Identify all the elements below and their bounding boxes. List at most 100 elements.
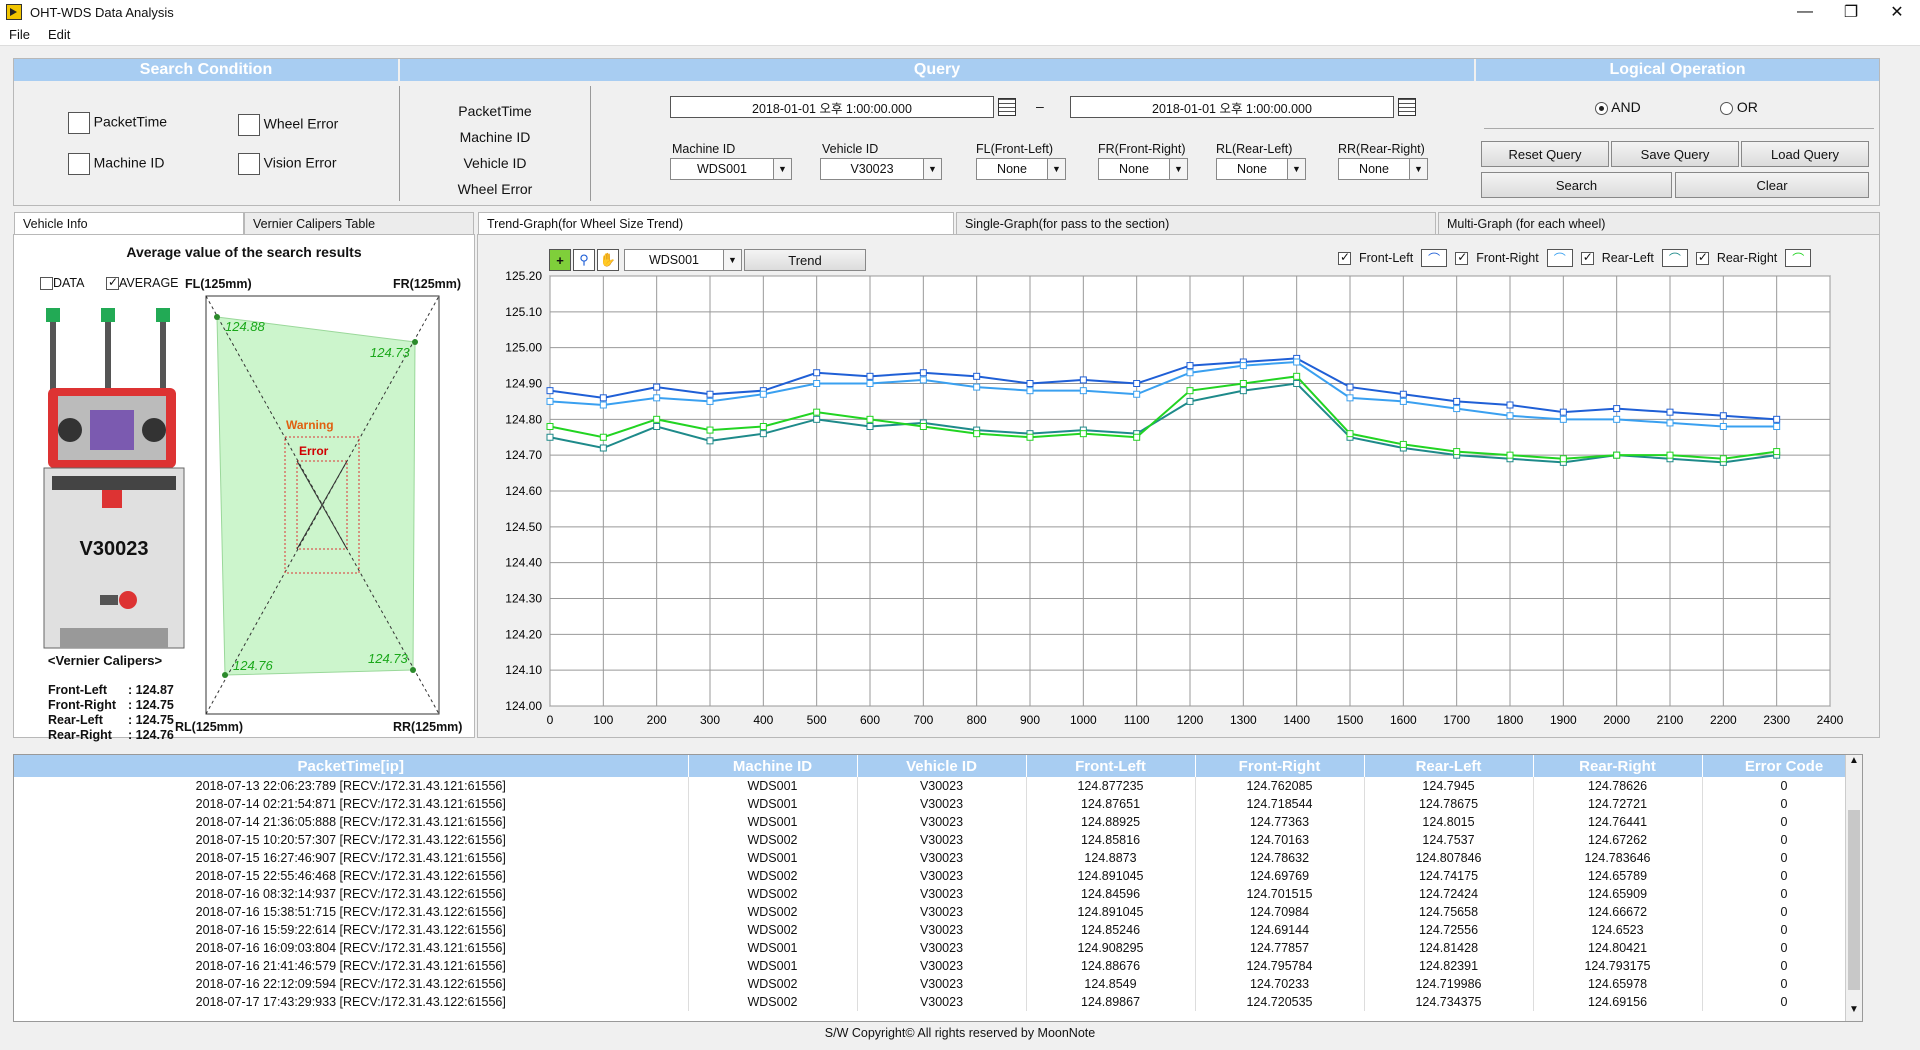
chevron-down-icon[interactable]: ▼ <box>1287 159 1305 179</box>
table-row[interactable]: 2018-07-15 22:55:46:468 [RECV:/172.31.43… <box>14 867 1862 885</box>
legend-front-right-checkbox[interactable] <box>1455 250 1469 265</box>
menu-file[interactable]: File <box>0 27 39 42</box>
table-cell: WDS002 <box>688 975 858 993</box>
save-query-button[interactable]: Save Query <box>1611 141 1739 167</box>
data-point <box>1666 451 1674 459</box>
x-tick-label: 100 <box>593 713 613 727</box>
y-tick-label: 124.80 <box>505 412 542 426</box>
table-row[interactable]: 2018-07-16 15:38:51:715 [RECV:/172.31.43… <box>14 903 1862 921</box>
option-machine-id[interactable]: Machine ID <box>68 153 164 175</box>
data-point <box>1026 387 1034 395</box>
table-cell: WDS001 <box>688 777 858 795</box>
scroll-up-arrow[interactable]: ▲ <box>1846 755 1862 772</box>
table-cell: V30023 <box>857 867 1027 885</box>
reading-row: Front-Left: 124.87 <box>48 683 174 698</box>
tab-vernier-calipers-table[interactable]: Vernier Calipers Table <box>244 212 474 234</box>
data-checkbox-option[interactable]: DATA <box>40 276 84 291</box>
legend-rear-left-checkbox[interactable] <box>1580 250 1594 265</box>
table-row[interactable]: 2018-07-16 08:32:14:937 [RECV:/172.31.43… <box>14 885 1862 903</box>
column-header[interactable]: Rear-Left <box>1364 755 1534 777</box>
search-button[interactable]: Search <box>1481 172 1672 198</box>
series-style-icon[interactable]: ⌒ <box>1546 249 1573 267</box>
vehicle-id-select[interactable]: V30023 ▼ <box>820 158 942 180</box>
calendar-icon[interactable] <box>1398 98 1416 116</box>
date-from-input[interactable]: 2018-01-01 오후 1:00:00.000 <box>670 96 994 118</box>
table-row[interactable]: 2018-07-16 21:41:46:579 [RECV:/172.31.43… <box>14 957 1862 975</box>
series-style-icon[interactable]: ⌒ <box>1785 249 1812 267</box>
reset-query-button[interactable]: Reset Query <box>1481 141 1609 167</box>
maximize-button[interactable]: ❐ <box>1828 0 1874 24</box>
machine-id-select[interactable]: WDS001 ▼ <box>670 158 792 180</box>
tab-multi-graph[interactable]: Multi-Graph (for each wheel) <box>1438 212 1880 234</box>
rr-select[interactable]: None ▼ <box>1338 158 1428 180</box>
column-header[interactable]: Machine ID <box>688 755 858 777</box>
table-header-row: PacketTime[ip] Machine ID Vehicle ID Front-… <box>14 755 1862 777</box>
or-radio[interactable] <box>1720 101 1733 115</box>
packettime-checkbox[interactable] <box>68 112 90 134</box>
table-cell: V30023 <box>857 795 1027 813</box>
reading-name: Front-Right <box>48 698 117 712</box>
trend-chart[interactable]: 0 100 200 300 400 500 600 700 800 900 1000 1100 1200… <box>490 266 1870 736</box>
table-row[interactable]: 2018-07-17 17:43:29:933 [RECV:/172.31.43… <box>14 993 1862 1011</box>
tab-trend-graph[interactable]: Trend-Graph(for Wheel Size Trend) <box>478 212 954 234</box>
column-header[interactable]: Error Code <box>1702 755 1862 777</box>
scroll-thumb[interactable] <box>1848 810 1860 990</box>
clear-button[interactable]: Clear <box>1675 172 1869 198</box>
table-scrollbar[interactable]: ▲ ▼ <box>1845 755 1862 1021</box>
and-radio-option[interactable]: AND <box>1595 99 1641 115</box>
table-row[interactable]: 2018-07-15 16:27:46:907 [RECV:/172.31.43… <box>14 849 1862 867</box>
close-button[interactable]: ✕ <box>1874 0 1920 24</box>
tab-vehicle-info[interactable]: Vehicle Info <box>14 212 244 234</box>
column-header[interactable]: Vehicle ID <box>857 755 1027 777</box>
calendar-icon[interactable] <box>998 98 1016 116</box>
menu-edit[interactable]: Edit <box>39 27 79 42</box>
table-row[interactable]: 2018-07-14 21:36:05:888 [RECV:/172.31.43… <box>14 813 1862 831</box>
date-to-input[interactable]: 2018-01-01 오후 1:00:00.000 <box>1070 96 1394 118</box>
data-point <box>1773 423 1781 430</box>
chevron-down-icon[interactable]: ▼ <box>773 159 791 179</box>
chevron-down-icon[interactable]: ▼ <box>1169 159 1187 179</box>
series-style-icon[interactable]: ⌒ <box>1661 249 1688 267</box>
wheel-error-checkbox[interactable] <box>238 114 260 136</box>
chevron-down-icon[interactable]: ▼ <box>923 159 941 179</box>
legend-front-left-checkbox[interactable] <box>1338 250 1351 265</box>
table-row[interactable]: 2018-07-14 02:21:54:871 [RECV:/172.31.43… <box>14 795 1862 813</box>
chevron-down-icon[interactable]: ▼ <box>1047 159 1065 179</box>
minimize-button[interactable]: — <box>1782 0 1828 24</box>
table-row[interactable]: 2018-07-16 16:09:03:804 [RECV:/172.31.43… <box>14 939 1862 957</box>
vision-error-checkbox[interactable] <box>238 153 260 175</box>
logical-operation-header: Logical Operation <box>1476 59 1879 81</box>
series-style-icon[interactable]: ⌒ <box>1421 249 1448 267</box>
column-header[interactable]: Front-Right <box>1195 755 1365 777</box>
option-vision-error[interactable]: Vision Error <box>238 153 337 175</box>
data-point <box>599 394 607 402</box>
column-header[interactable]: PacketTime[ip] <box>14 755 689 777</box>
fr-select[interactable]: None ▼ <box>1098 158 1188 180</box>
table-cell: WDS002 <box>688 885 858 903</box>
option-wheel-error[interactable]: Wheel Error <box>238 114 338 136</box>
and-radio[interactable] <box>1595 101 1608 115</box>
machine-id-checkbox[interactable] <box>68 153 90 175</box>
data-checkbox[interactable] <box>40 277 53 291</box>
table-row[interactable]: 2018-07-13 22:06:23:789 [RECV:/172.31.43… <box>14 777 1862 795</box>
option-packettime[interactable]: PacketTime <box>68 112 167 134</box>
tab-single-graph[interactable]: Single-Graph(for pass to the section) <box>956 212 1436 234</box>
average-checkbox-option[interactable]: AVERAGE <box>106 275 179 291</box>
table-cell: WDS001 <box>688 957 858 975</box>
column-header[interactable]: Front-Left <box>1026 755 1196 777</box>
chevron-down-icon[interactable]: ▼ <box>1409 159 1427 179</box>
column-header[interactable]: Rear-Right <box>1533 755 1703 777</box>
table-row[interactable]: 2018-07-15 10:20:57:307 [RECV:/172.31.43… <box>14 831 1862 849</box>
or-radio-option[interactable]: OR <box>1720 99 1758 115</box>
load-query-button[interactable]: Load Query <box>1741 141 1869 167</box>
table-row[interactable]: 2018-07-16 22:12:09:594 [RECV:/172.31.43… <box>14 975 1862 993</box>
legend-rear-right-checkbox[interactable] <box>1695 250 1709 265</box>
table-cell: 124.88925 <box>1026 813 1196 831</box>
average-checkbox[interactable] <box>106 275 119 291</box>
fl-select[interactable]: None ▼ <box>976 158 1066 180</box>
table-cell: V30023 <box>857 993 1027 1011</box>
table-row[interactable]: 2018-07-16 15:59:22:614 [RECV:/172.31.43… <box>14 921 1862 939</box>
x-tick-label: 2300 <box>1763 713 1790 727</box>
scroll-down-arrow[interactable]: ▼ <box>1846 1004 1862 1021</box>
rl-select[interactable]: None ▼ <box>1216 158 1306 180</box>
